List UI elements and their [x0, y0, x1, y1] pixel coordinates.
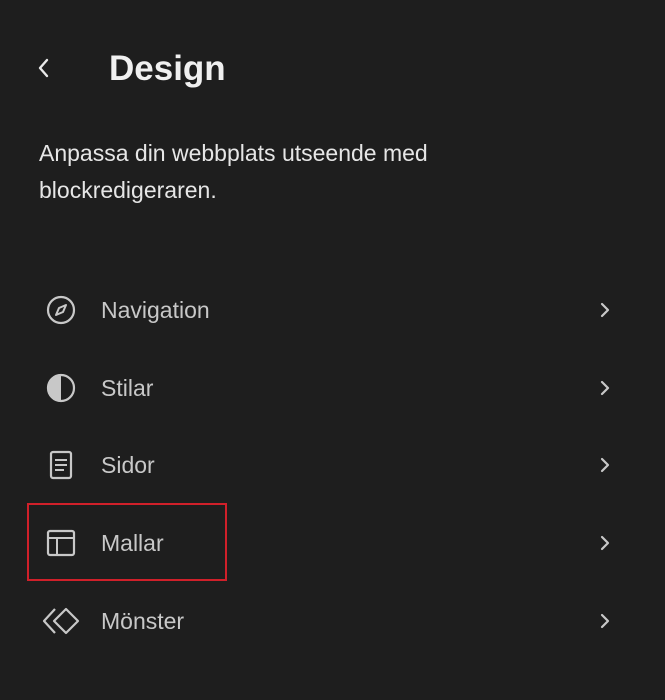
menu-item-stilar[interactable]: Stilar — [27, 353, 627, 423]
menu-item-label: Sidor — [101, 451, 155, 478]
chevron-right-icon — [595, 533, 615, 553]
menu-item-monster[interactable]: Mönster — [27, 586, 627, 656]
menu-item-sidor[interactable]: Sidor — [27, 430, 627, 500]
diamond-pattern-icon — [41, 601, 81, 641]
chevron-right-icon — [595, 378, 615, 398]
half-circle-icon — [41, 368, 81, 408]
menu-item-label: Mönster — [101, 607, 185, 634]
page-icon — [41, 445, 81, 485]
page-description: Anpassa din webbplats utseende med block… — [39, 140, 428, 203]
menu-item-mallar[interactable]: Mallar — [27, 508, 627, 578]
chevron-right-icon — [595, 300, 615, 320]
layout-icon — [41, 523, 81, 563]
chevron-right-icon — [595, 611, 615, 631]
menu-item-label: Mallar — [101, 529, 164, 556]
back-button[interactable] — [24, 48, 64, 88]
menu-item-label: Navigation — [101, 296, 210, 323]
compass-icon — [41, 290, 81, 330]
page-title: Design — [109, 49, 226, 88]
menu-item-navigation[interactable]: Navigation — [27, 275, 627, 345]
menu-item-label: Stilar — [101, 374, 154, 401]
chevron-right-icon — [595, 455, 615, 475]
chevron-left-icon — [38, 58, 49, 78]
